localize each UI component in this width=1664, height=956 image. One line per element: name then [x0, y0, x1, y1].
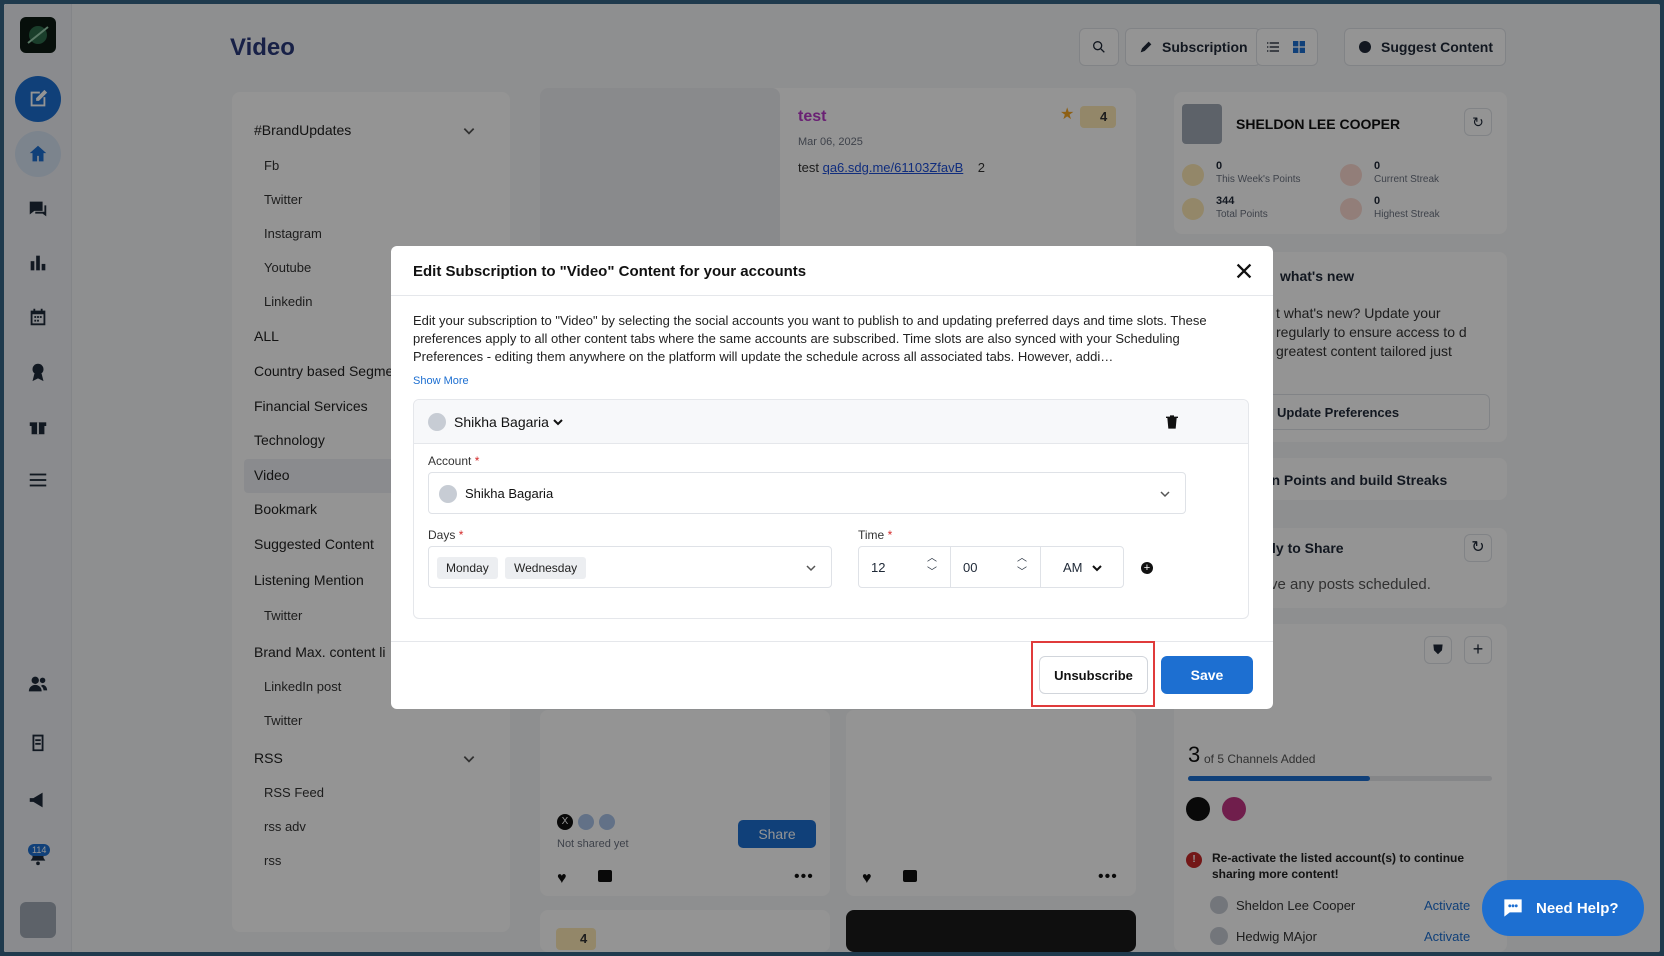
chevron-down-icon	[1160, 491, 1170, 498]
time-picker: 12 ︿ ﹀ 00 ︿ ﹀ AM	[858, 546, 1124, 588]
chat-bubble-icon	[1504, 899, 1522, 917]
need-help-button[interactable]: Need Help?	[1482, 880, 1644, 936]
edit-subscription-modal: Edit Subscription to "Video" Content for…	[391, 246, 1273, 709]
hour-stepper[interactable]: 12 ︿ ﹀	[859, 547, 951, 587]
days-label: Days *	[428, 528, 464, 542]
account-header-avatar	[428, 413, 446, 431]
days-select[interactable]: Monday Wednesday	[428, 546, 832, 588]
account-select-value: Shikha Bagaria	[465, 486, 554, 501]
modal-title: Edit Subscription to "Video" Content for…	[413, 263, 807, 280]
stepper-arrows-icon[interactable]: ︿ ﹀	[1017, 552, 1027, 580]
account-label-text: Account	[428, 454, 472, 468]
day-chip[interactable]: Wednesday	[505, 557, 587, 579]
modal-description: Edit your subscription to "Video" by sel…	[413, 313, 1207, 364]
app-frame: 114 Video Subscription Suggest Content #…	[4, 4, 1660, 952]
hour-value: 12	[871, 560, 886, 575]
days-label-text: Days	[428, 528, 456, 542]
save-button[interactable]: Save	[1161, 656, 1253, 694]
day-chip[interactable]: Monday	[437, 557, 498, 579]
add-time-slot-icon[interactable]: +	[1141, 562, 1153, 574]
time-label: Time *	[858, 528, 893, 542]
ampm-value: AM	[1063, 560, 1083, 575]
unsubscribe-button[interactable]: Unsubscribe	[1039, 656, 1148, 694]
account-header-name[interactable]: Shikha Bagaria	[454, 414, 549, 430]
modal-header: Edit Subscription to "Video" Content for…	[391, 246, 1273, 296]
close-icon[interactable]	[1233, 260, 1255, 282]
trash-icon[interactable]	[1164, 414, 1180, 430]
account-label: Account *	[428, 454, 480, 468]
show-more-link[interactable]: Show More	[413, 375, 469, 387]
time-label-text: Time	[858, 528, 885, 542]
account-section: Shikha Bagaria Account * Shikha Bagaria …	[413, 399, 1249, 619]
need-help-label: Need Help?	[1536, 899, 1619, 917]
minute-stepper[interactable]: 00 ︿ ﹀	[951, 547, 1041, 587]
minute-value: 00	[963, 560, 978, 575]
account-section-header: Shikha Bagaria	[414, 400, 1248, 444]
account-select[interactable]: Shikha Bagaria	[428, 472, 1186, 514]
chevron-down-icon	[1092, 565, 1102, 572]
chevron-down-icon	[806, 565, 816, 572]
stepper-arrows-icon[interactable]: ︿ ﹀	[927, 552, 937, 580]
chevron-down-icon[interactable]	[552, 416, 564, 428]
account-select-avatar	[439, 485, 457, 503]
ampm-select[interactable]: AM	[1041, 547, 1125, 587]
